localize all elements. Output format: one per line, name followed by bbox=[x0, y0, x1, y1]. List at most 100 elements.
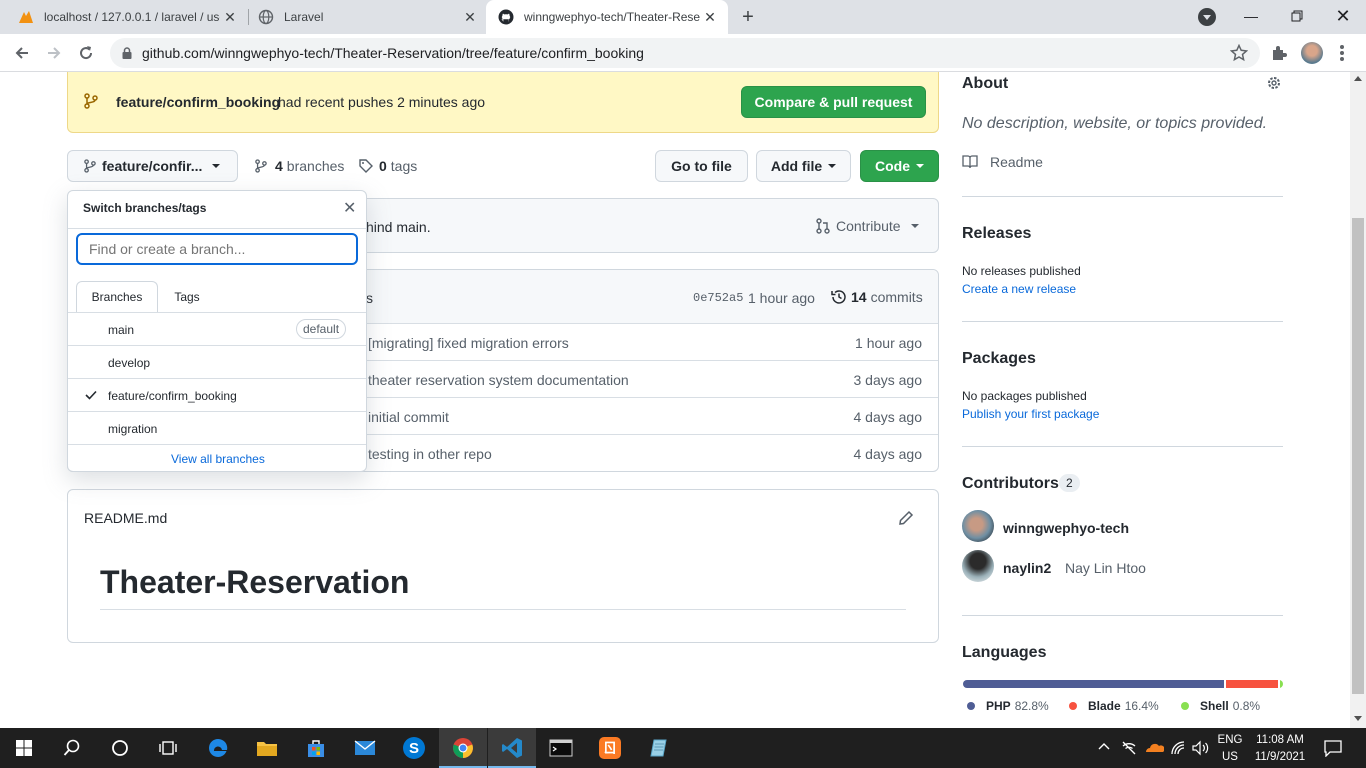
scrollbar-thumb[interactable] bbox=[1352, 218, 1364, 694]
readme-heading: Theater-Reservation bbox=[100, 564, 410, 600]
chevron-up-icon[interactable] bbox=[1098, 742, 1110, 750]
notepad-icon[interactable] bbox=[635, 728, 683, 768]
forward-button[interactable] bbox=[40, 39, 68, 67]
contributor-login[interactable]: winngwephyo-tech bbox=[1003, 520, 1129, 536]
tab-branches[interactable]: Branches bbox=[76, 281, 158, 313]
tab-tags[interactable]: Tags bbox=[166, 281, 208, 313]
input-language: ENG bbox=[1217, 734, 1243, 746]
tags-link[interactable]: 0 tags bbox=[359, 158, 417, 174]
lock-icon[interactable] bbox=[122, 47, 132, 59]
close-tab-icon[interactable]: ✕ bbox=[220, 7, 240, 27]
close-tab-icon[interactable]: ✕ bbox=[460, 7, 480, 27]
branches-link[interactable]: 4 branches bbox=[255, 158, 344, 174]
back-button[interactable] bbox=[8, 39, 36, 67]
language-item[interactable]: Shell 0.8% bbox=[1181, 699, 1260, 713]
branch-select-button[interactable]: feature/confir... bbox=[67, 150, 238, 182]
commits-link[interactable]: 14 commits bbox=[831, 289, 923, 305]
gear-icon[interactable] bbox=[1266, 75, 1282, 91]
dropdown-title: Switch branches/tags bbox=[83, 201, 207, 215]
mail-icon[interactable] bbox=[341, 728, 389, 768]
file-explorer-icon[interactable] bbox=[243, 728, 291, 768]
readme-filename: README.md bbox=[84, 510, 168, 526]
compare-pull-request-button[interactable]: Compare & pull request bbox=[741, 86, 926, 118]
task-view-icon[interactable] bbox=[144, 728, 192, 768]
language-item[interactable]: PHP 82.8% bbox=[967, 699, 1069, 713]
commit-message[interactable]: initial commit bbox=[368, 409, 449, 425]
extensions-puzzle-icon[interactable] bbox=[1270, 44, 1288, 62]
restore-button[interactable] bbox=[1274, 0, 1320, 32]
branch-item-migration[interactable]: migration bbox=[68, 411, 366, 444]
branch-switcher-dropdown: Switch branches/tags ✕ Branches Tags mai… bbox=[67, 190, 367, 472]
skype-icon[interactable]: S bbox=[390, 728, 438, 768]
edge-icon[interactable] bbox=[194, 728, 242, 768]
scroll-up-arrow-icon[interactable] bbox=[1354, 76, 1362, 81]
address-bar[interactable]: github.com/winngwephyo-tech/Theater-Rese… bbox=[110, 38, 1260, 68]
chevron-down-icon bbox=[910, 224, 919, 228]
contribute-button[interactable]: Contribute bbox=[816, 218, 919, 234]
tab-laravel[interactable]: Laravel ✕ bbox=[240, 0, 488, 34]
branch-item-main[interactable]: main default bbox=[68, 312, 366, 345]
avatar[interactable] bbox=[962, 510, 994, 542]
contributor-login[interactable]: naylin2 bbox=[1003, 560, 1051, 576]
language-item[interactable]: Blade 16.4% bbox=[1069, 699, 1181, 713]
xampp-icon[interactable]: ㄖ bbox=[586, 728, 634, 768]
view-all-branches-link[interactable]: View all branches bbox=[171, 452, 265, 466]
go-to-file-button[interactable]: Go to file bbox=[655, 150, 748, 182]
vscode-icon[interactable] bbox=[488, 728, 536, 768]
branch-item-feature-confirm-booking[interactable]: feature/confirm_booking bbox=[68, 378, 366, 411]
releases-title[interactable]: Releases bbox=[962, 225, 1031, 243]
start-windows-icon[interactable] bbox=[0, 728, 48, 768]
add-file-button[interactable]: Add file bbox=[756, 150, 851, 182]
readme-link[interactable]: Readme bbox=[962, 154, 1043, 170]
avatar[interactable] bbox=[962, 550, 994, 582]
chrome-icon[interactable] bbox=[439, 728, 487, 768]
publish-package-link[interactable]: Publish your first package bbox=[962, 407, 1099, 421]
commit-message[interactable]: testing in other repo bbox=[368, 446, 492, 462]
contributors-title[interactable]: Contributors bbox=[962, 475, 1059, 493]
commit-message[interactable]: theater reservation system documentation bbox=[368, 372, 629, 388]
branch-item-develop[interactable]: develop bbox=[68, 345, 366, 378]
close-icon[interactable]: ✕ bbox=[343, 198, 356, 218]
about-text: No description, website, or topics provi… bbox=[962, 115, 1268, 132]
view-all-branches-row: View all branches bbox=[68, 444, 366, 471]
notification-icon[interactable] bbox=[1324, 739, 1342, 757]
branch-search-input[interactable] bbox=[76, 233, 358, 265]
tab-title: localhost / 127.0.0.1 / laravel / users bbox=[44, 10, 220, 24]
tab-phpmyadmin[interactable]: localhost / 127.0.0.1 / laravel / users … bbox=[0, 0, 248, 34]
commit-time: 1 hour ago bbox=[748, 290, 815, 306]
commit-sha[interactable]: 0e752a5 bbox=[693, 291, 743, 305]
create-release-link[interactable]: Create a new release bbox=[962, 282, 1076, 296]
code-button[interactable]: Code bbox=[860, 150, 939, 182]
terminal-icon[interactable] bbox=[537, 728, 585, 768]
volume-icon[interactable] bbox=[1192, 740, 1210, 756]
clock[interactable]: 11:08 AM 11/9/2021 bbox=[1252, 732, 1308, 766]
tab-search-icon[interactable] bbox=[1198, 8, 1216, 26]
more-menu-icon[interactable] bbox=[1340, 45, 1344, 61]
cortana-icon[interactable] bbox=[96, 728, 144, 768]
store-icon[interactable] bbox=[292, 728, 340, 768]
page-scrollbar[interactable] bbox=[1350, 72, 1366, 728]
commit-message[interactable]: [migrating] fixed migration errors bbox=[368, 335, 569, 351]
new-tab-button[interactable]: + bbox=[736, 5, 760, 29]
about-title: About bbox=[962, 75, 1009, 92]
bookmark-star-icon[interactable] bbox=[1230, 44, 1248, 62]
search-icon[interactable] bbox=[48, 728, 96, 768]
tab-github[interactable]: winngwephyo-tech/Theater-Reservation ✕ bbox=[486, 0, 728, 34]
profile-avatar[interactable] bbox=[1301, 42, 1323, 64]
close-tab-icon[interactable]: ✕ bbox=[700, 7, 720, 27]
compare-button-label: Compare & pull request bbox=[754, 94, 913, 110]
phpmyadmin-icon bbox=[18, 9, 34, 25]
network-disconnected-icon[interactable] bbox=[1121, 740, 1137, 756]
cloudflare-icon[interactable] bbox=[1144, 741, 1164, 753]
language-percent: 0.8% bbox=[1232, 699, 1261, 713]
input-language-indicator[interactable]: ENG US bbox=[1214, 732, 1246, 766]
pencil-icon[interactable] bbox=[898, 510, 914, 526]
close-window-button[interactable]: ✕ bbox=[1320, 0, 1366, 32]
wifi-icon[interactable] bbox=[1170, 740, 1186, 756]
commit-age: 1 hour ago bbox=[855, 335, 922, 351]
minimize-button[interactable]: — bbox=[1228, 0, 1274, 32]
packages-title[interactable]: Packages bbox=[962, 350, 1036, 368]
scroll-down-arrow-icon[interactable] bbox=[1354, 716, 1362, 721]
reload-button[interactable] bbox=[72, 39, 100, 67]
banner-branch-name[interactable]: feature/confirm_booking bbox=[116, 94, 280, 110]
